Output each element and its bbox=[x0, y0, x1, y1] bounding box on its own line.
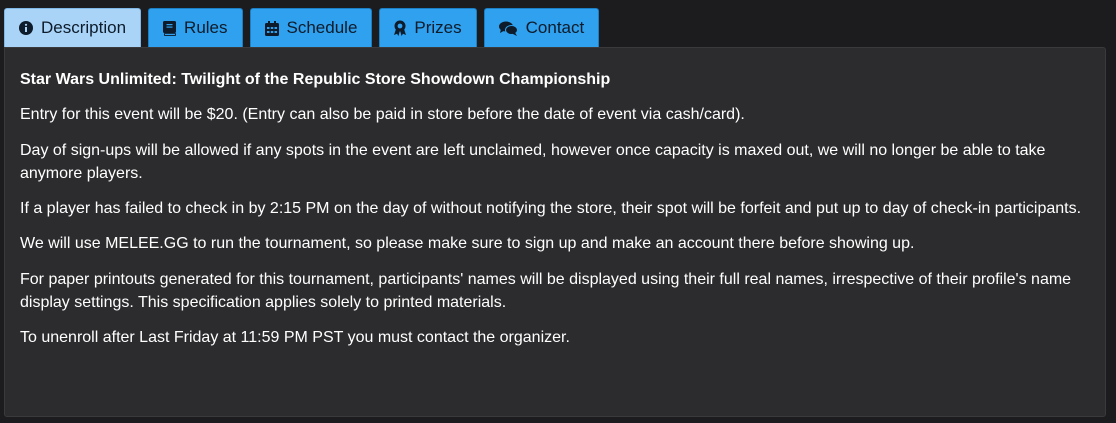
entry-fee-paragraph: Entry for this event will be $20. (Entry… bbox=[20, 106, 745, 123]
tab-prizes-label: Prizes bbox=[414, 18, 462, 37]
tab-rules-label: Rules bbox=[184, 18, 228, 37]
tab-prizes[interactable]: Prizes bbox=[379, 8, 477, 47]
tab-rules[interactable]: Rules bbox=[148, 8, 243, 47]
tab-description[interactable]: Description bbox=[4, 8, 142, 47]
award-icon bbox=[394, 20, 407, 36]
tab-schedule[interactable]: Schedule bbox=[249, 8, 373, 47]
signup-paragraph: Day of sign-ups will be allowed if any s… bbox=[20, 142, 1046, 182]
event-title: Star Wars Unlimited: Twilight of the Rep… bbox=[20, 71, 611, 88]
description-panel: Star Wars Unlimited: Twilight of the Rep… bbox=[4, 47, 1106, 417]
tab-contact[interactable]: Contact bbox=[483, 8, 600, 47]
book-icon bbox=[163, 20, 177, 36]
unenroll-paragraph: To unenroll after Last Friday at 11:59 P… bbox=[20, 329, 570, 346]
melee-paragraph: We will use MELEE.GG to run the tourname… bbox=[20, 235, 915, 252]
tab-schedule-label: Schedule bbox=[286, 18, 358, 37]
tab-bar: Description Rules Schedule Prizes Contac… bbox=[4, 8, 600, 47]
comments-icon bbox=[498, 21, 518, 36]
tab-description-label: Description bbox=[41, 18, 127, 37]
check-in-paragraph: If a player has failed to check in by 2:… bbox=[20, 200, 1082, 217]
printout-names-paragraph: For paper printouts generated for this t… bbox=[20, 271, 1072, 311]
tab-contact-label: Contact bbox=[525, 18, 585, 37]
calendar-icon bbox=[264, 20, 279, 36]
info-circle-icon bbox=[19, 21, 33, 35]
